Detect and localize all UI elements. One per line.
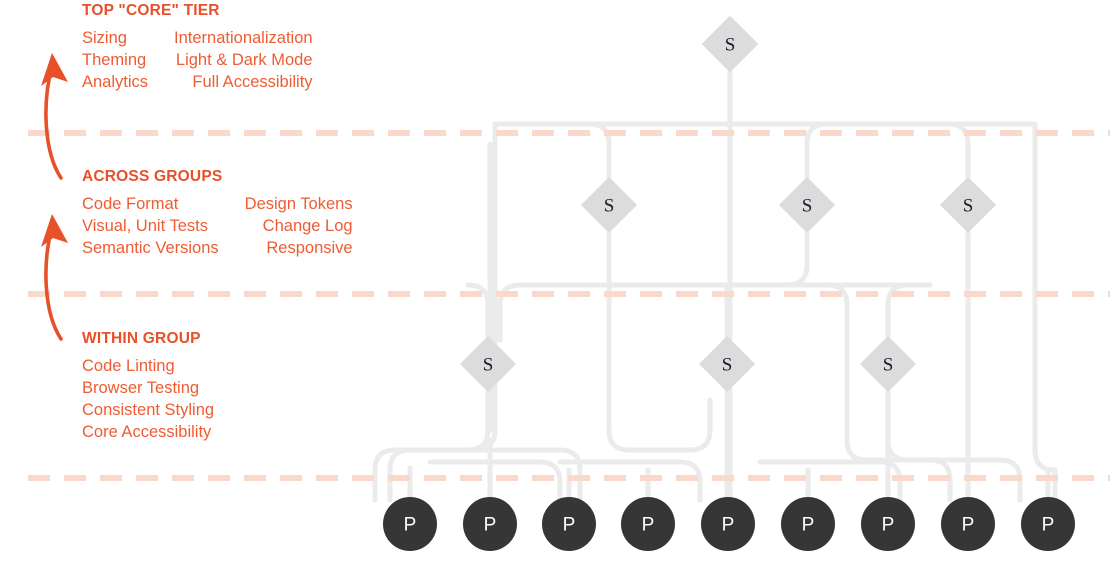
- legend-heading-within-group: WITHIN GROUP: [82, 330, 201, 347]
- connector-bus-right-drop: [1032, 121, 1058, 503]
- legend-item-change-log: Change Log: [262, 216, 353, 235]
- legend-row: Semantic Versions Responsive: [82, 238, 353, 260]
- legend-row: Theming Light & Dark Mode: [82, 50, 313, 72]
- s-node-label-mid-3: S: [963, 196, 974, 217]
- p-node-label-4: P: [642, 515, 655, 536]
- legend-rows-core: Sizing Internationalization Theming Ligh…: [82, 28, 313, 94]
- tier-arrowheads: [41, 53, 68, 247]
- diagram-stage: S S S S S S S P P P P P P P P P TOP "COR…: [0, 0, 1120, 563]
- legend-rows-across-groups: Code Format Design Tokens Visual, Unit T…: [82, 194, 353, 260]
- legend-item-semantic-versions: Semantic Versions: [82, 238, 219, 257]
- arrow-across-head: [41, 214, 68, 247]
- legend-item-full-accessibility: Full Accessibility: [192, 72, 313, 91]
- legend-item-code-format: Code Format: [82, 195, 179, 213]
- legend-heading-core: TOP "CORE" TIER: [82, 2, 220, 19]
- connector-lines: [372, 69, 1058, 503]
- arrow-across-shaft: [44, 225, 63, 341]
- p-node-label-5: P: [722, 515, 735, 536]
- connector-s-low-1-down: [387, 389, 491, 503]
- s-node-label-top-1: S: [725, 35, 736, 56]
- legend-row: Sizing Internationalization: [82, 28, 313, 50]
- s-node-label-low-2: S: [722, 355, 733, 376]
- p-node-label-7: P: [882, 515, 895, 536]
- connector-s-low-3-down: [885, 389, 953, 503]
- legend-block-within-group: WITHIN GROUP Code Linting Browser Testin…: [82, 330, 214, 444]
- legend-block-across-groups: ACROSS GROUPS Code Format Design Tokens …: [82, 168, 353, 260]
- s-node-label-low-1: S: [483, 355, 494, 376]
- legend-heading-across-groups: ACROSS GROUPS: [82, 168, 223, 185]
- legend-item-light-dark-mode: Light & Dark Mode: [175, 50, 313, 69]
- connector-group-rail-center-2: [687, 397, 713, 453]
- tier-arrows: [44, 64, 63, 341]
- p-node-label-1: P: [404, 515, 417, 536]
- legend-item-consistent-styling: Consistent Styling: [82, 400, 215, 419]
- legend-item-analytics: Analytics: [82, 72, 149, 91]
- connector-s-mid-2-down: [784, 230, 810, 288]
- arrow-core-head: [41, 53, 68, 86]
- legend-item-visual-unit-tests: Visual, Unit Tests: [82, 216, 208, 235]
- legend-rows-within-group: Code Linting Browser Testing Consistent …: [82, 356, 214, 444]
- legend-block-core: TOP "CORE" TIER Sizing Internationalizat…: [82, 2, 313, 94]
- legend-item-design-tokens: Design Tokens: [244, 195, 353, 213]
- legend-item-code-linting: Code Linting: [82, 357, 175, 375]
- p-node-label-8: P: [962, 515, 975, 536]
- p-node-label-2: P: [484, 515, 497, 536]
- p-node-label-6: P: [802, 515, 815, 536]
- legend-row: Visual, Unit Tests Change Log: [82, 216, 353, 238]
- s-node-label-mid-2: S: [802, 196, 813, 217]
- connector-s-mid-1-down: [606, 230, 693, 453]
- connector-bus-left-drop: [372, 121, 498, 503]
- arrow-core-shaft: [44, 64, 63, 180]
- legend-row: Analytics Full Accessibility: [82, 72, 313, 94]
- legend-item-browser-testing: Browser Testing: [82, 378, 200, 397]
- legend-row: Code Format Design Tokens: [82, 194, 353, 216]
- legend-item-core-accessibility: Core Accessibility: [82, 422, 212, 441]
- p-node-label-3: P: [563, 515, 576, 536]
- s-node-label-low-3: S: [883, 355, 894, 376]
- legend-item-theming: Theming: [82, 50, 147, 69]
- legend-item-sizing: Sizing: [82, 29, 127, 47]
- legend-item-responsive: Responsive: [266, 238, 353, 257]
- legend-item-internationalization: Internationalization: [174, 29, 313, 47]
- p-node-label-9: P: [1042, 515, 1055, 536]
- s-node-label-mid-1: S: [604, 196, 615, 217]
